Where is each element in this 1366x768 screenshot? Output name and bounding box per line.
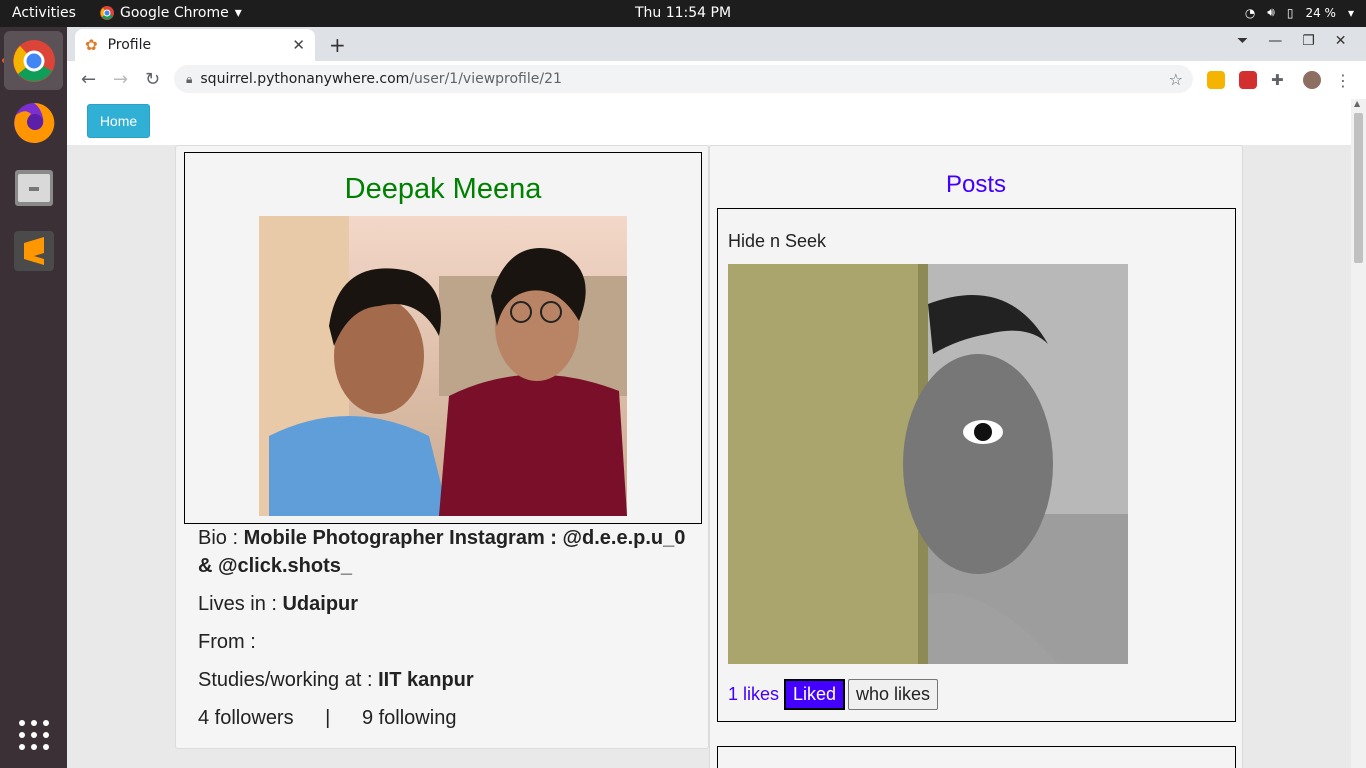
close-window-icon[interactable]: ✕ [1335, 33, 1347, 49]
extension-icon[interactable] [1207, 71, 1225, 89]
chevron-down-icon: ▾ [1347, 5, 1354, 20]
forward-icon[interactable]: → [113, 69, 128, 90]
file-cabinet-icon [14, 169, 53, 206]
system-tray[interactable]: ◔ 🔊︎ ▯ 24 % ▾ [1245, 5, 1354, 20]
tab-title: Profile [107, 37, 152, 53]
sublime-text-icon [13, 230, 54, 271]
liked-button[interactable]: Liked [784, 679, 846, 710]
puzzle-icon[interactable]: ✚ [1271, 71, 1289, 89]
profile-card: Deepak Meena [184, 152, 702, 524]
address-bar[interactable]: 🔒︎ squirrel.pythonanywhere.com/user/1/vi… [174, 65, 1193, 93]
profile-photo [259, 216, 627, 516]
lock-icon: 🔒︎ [186, 71, 193, 86]
dock-files[interactable] [4, 157, 63, 216]
clock[interactable]: Thu 11:54 PM [0, 5, 1366, 21]
app-grid-icon [18, 719, 49, 750]
reload-icon[interactable]: ↻ [145, 69, 160, 90]
toolbar: ← → ↻ 🔒︎ squirrel.pythonanywhere.com/use… [67, 61, 1366, 99]
scroll-up-icon[interactable]: ▲ [1354, 99, 1360, 108]
who-likes-button[interactable]: who likes [848, 679, 939, 710]
battery-level: 24 % [1305, 5, 1336, 20]
post-card [717, 746, 1236, 768]
back-icon[interactable]: ← [81, 69, 96, 90]
url-path: /user/1/viewprofile/21 [409, 71, 562, 87]
page-scrollbar[interactable]: ▲ [1351, 99, 1366, 768]
from-row: From : [198, 628, 256, 656]
home-button[interactable]: Home [87, 104, 150, 138]
following-link[interactable]: 9 following [362, 707, 457, 729]
scrollbar-thumb[interactable] [1354, 113, 1363, 263]
followers-link[interactable]: 4 followers [198, 707, 294, 729]
follow-stats: 4 followers | 9 following [198, 704, 456, 732]
avatar[interactable] [1303, 71, 1321, 89]
dock-firefox[interactable] [4, 93, 63, 152]
bio-row: Bio : Mobile Photographer Instagram : @d… [198, 524, 698, 580]
firefox-icon [13, 102, 54, 143]
browser-chrome: ✿ Profile ✕ + ⏷ — ❐ ✕ ← → ↻ 🔒︎ squirrel.… [67, 27, 1366, 99]
post-card: Hide n Seek 1 likes Liked who likes [717, 208, 1236, 722]
bookmark-star-icon[interactable]: ☆ [1169, 70, 1183, 89]
post-photo[interactable] [728, 264, 1128, 664]
tab-profile[interactable]: ✿ Profile ✕ [75, 29, 315, 61]
page-content: Home Deepak Meena Bio: Mobile Photograp… [67, 99, 1351, 768]
studies-row: Studies/working at : IIT kanpur [198, 666, 474, 694]
battery-icon: ▯ [1286, 5, 1294, 20]
studies-label: Studies/working at : [198, 669, 379, 691]
separator: | [325, 707, 331, 729]
close-icon[interactable]: ✕ [292, 36, 305, 54]
new-tab-button[interactable]: + [329, 33, 346, 57]
posts-heading: Posts [945, 171, 1007, 198]
squirrel-favicon-icon: ✿ [85, 36, 98, 54]
dock-chrome[interactable] [4, 31, 63, 90]
posts-column: Posts Hide n Seek 1 likes Liked who like… [709, 145, 1243, 768]
profile-name: Deepak Meena [344, 173, 542, 205]
window-controls: ⏷ — ❐ ✕ [1237, 33, 1347, 49]
dock-sublime[interactable] [4, 221, 63, 280]
bio-label: Bio : [198, 527, 244, 549]
lives-in-value: Udaipur [282, 593, 359, 615]
minimize-icon[interactable]: — [1268, 33, 1282, 49]
url-host: squirrel.pythonanywhere.com [200, 71, 410, 87]
lives-in-label: Lives in : [198, 593, 283, 615]
system-top-bar: Activities Google Chrome ▾ Thu 11:54 PM … [0, 0, 1366, 27]
post-title: Hide n Seek [728, 231, 827, 251]
show-applications[interactable] [4, 705, 63, 764]
menu-icon[interactable]: ⋮ [1335, 71, 1353, 90]
maximize-icon[interactable]: ❐ [1302, 33, 1315, 49]
tab-search-icon[interactable]: ⏷ [1237, 33, 1248, 49]
chrome-icon [12, 39, 55, 82]
bio-value: Mobile Photographer Instagram : @d.e.e.p… [198, 527, 686, 577]
wifi-icon: ◔ [1244, 5, 1256, 20]
dock [0, 27, 67, 768]
navbar: Home [67, 99, 1351, 145]
profile-column: Deepak Meena Bio: Mobile Photographer I… [175, 145, 709, 749]
record-extension-icon[interactable] [1239, 71, 1257, 89]
likes-count[interactable]: 1 likes [728, 684, 779, 705]
from-label: From : [198, 631, 256, 653]
studies-value: IIT kanpur [378, 669, 474, 691]
volume-icon: 🔊︎ [1267, 5, 1275, 19]
lives-in-row: Lives in : Udaipur [198, 590, 358, 618]
